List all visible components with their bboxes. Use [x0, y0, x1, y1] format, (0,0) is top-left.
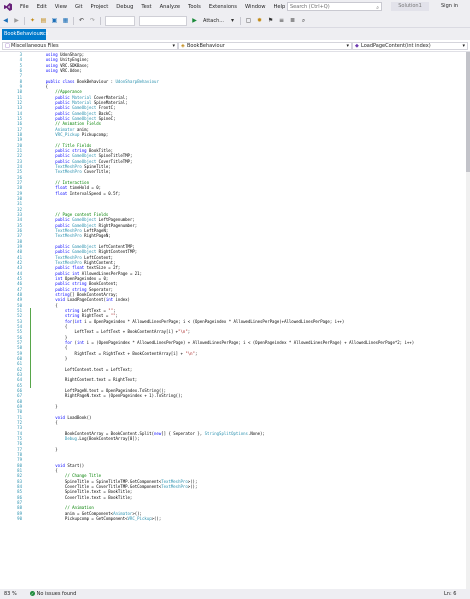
- method-icon: ◆: [355, 43, 359, 49]
- menu-extensions[interactable]: Extensions: [205, 4, 241, 10]
- toolbar-separator: [24, 16, 25, 25]
- issues-text: No issues found: [36, 591, 77, 597]
- menu-file[interactable]: File: [16, 4, 33, 10]
- bookmark-icon[interactable]: ⚑: [266, 16, 275, 25]
- search-icon: ⌕: [376, 5, 379, 11]
- forward-icon[interactable]: ▶: [12, 16, 21, 25]
- toolbar-separator: [240, 16, 242, 25]
- chevron-down-icon[interactable]: ▾: [228, 16, 237, 25]
- toolbar-separator: [73, 16, 74, 25]
- undo-icon[interactable]: ↶: [77, 16, 86, 25]
- sign-in-link[interactable]: Sign in: [441, 3, 458, 9]
- tab-bookbehaviour[interactable]: BookBehaviour.cs ×: [2, 29, 48, 40]
- uncomment-icon[interactable]: ≣: [288, 16, 297, 25]
- browser-link-icon[interactable]: ▢: [244, 16, 253, 25]
- menu-debug[interactable]: Debug: [112, 4, 137, 10]
- toolbar: ◀ ▶ ✦ ▤ ▣ ▦ ↶ ↷ ▶ Attach... ▾ ▢ ✹ ⚑ ≡ ≣ …: [0, 14, 470, 28]
- code-line[interactable]: 90 Pickupcomp = GetComponent<VRC_Pickup>…: [0, 516, 466, 521]
- menu-git[interactable]: Git: [71, 4, 87, 10]
- member-dropdown-label: LoadPageContent(int index): [361, 43, 431, 49]
- back-icon[interactable]: ◀: [1, 16, 10, 25]
- issues-indicator[interactable]: ✓ No issues found: [30, 589, 76, 599]
- cursor-position: Ln: 6: [444, 591, 457, 597]
- menu-tools[interactable]: Tools: [184, 4, 205, 10]
- menu-test[interactable]: Test: [137, 4, 155, 10]
- menu-window[interactable]: Window: [241, 4, 269, 10]
- menu-project[interactable]: Project: [87, 4, 113, 10]
- chevron-down-icon: ▾: [346, 43, 349, 49]
- new-project-icon[interactable]: ✦: [28, 16, 37, 25]
- solution-name-badge: Solution1: [391, 2, 429, 11]
- status-bar: 83 % ✓ No issues found Ln: 6: [0, 589, 470, 599]
- navigation-bar: □ Miscellaneous Files ▾ ◈ BookBehaviour …: [0, 41, 470, 52]
- close-icon[interactable]: ×: [40, 29, 44, 40]
- menu-edit[interactable]: Edit: [33, 4, 51, 10]
- configuration-dropdown[interactable]: [105, 15, 135, 26]
- attach-button[interactable]: Attach...: [203, 18, 224, 24]
- search-placeholder: Search (Ctrl+Q): [290, 4, 330, 10]
- platform-dropdown[interactable]: [139, 15, 187, 26]
- check-icon: ✓: [30, 591, 35, 596]
- visual-studio-logo-icon: [4, 3, 12, 11]
- member-dropdown[interactable]: ◆ LoadPageContent(int index) ▾: [352, 42, 468, 50]
- scrollbar-thumb[interactable]: [466, 52, 470, 172]
- line-number: 90: [17, 515, 22, 521]
- save-icon[interactable]: ▣: [50, 16, 59, 25]
- code-editor[interactable]: 3 using UdonSharp; 4 using UnityEngine; 5 …: [0, 52, 466, 589]
- class-dropdown[interactable]: ◈ BookBehaviour ▾: [178, 42, 352, 50]
- menu-view[interactable]: View: [51, 4, 71, 10]
- open-file-icon[interactable]: ▤: [39, 16, 48, 25]
- menu-analyze[interactable]: Analyze: [156, 4, 184, 10]
- code-text: Pickupcomp = GetComponent<VRC_Pickup>();: [36, 515, 162, 521]
- comment-icon[interactable]: ≡: [277, 16, 286, 25]
- find-icon[interactable]: ⌕: [299, 16, 308, 25]
- chevron-down-icon: ▾: [462, 43, 465, 49]
- class-dropdown-label: BookBehaviour: [187, 43, 225, 49]
- file-icon: □: [5, 43, 10, 49]
- zoom-level[interactable]: 83 %: [4, 589, 17, 599]
- redo-icon[interactable]: ↷: [88, 16, 97, 25]
- class-icon: ◈: [181, 43, 185, 49]
- hot-reload-icon[interactable]: ✹: [255, 16, 264, 25]
- start-debugging-icon[interactable]: ▶: [190, 16, 199, 25]
- search-input[interactable]: Search (Ctrl+Q) ⌕: [287, 2, 382, 11]
- save-all-icon[interactable]: ▦: [61, 16, 70, 25]
- chevron-down-icon: ▾: [172, 43, 175, 49]
- project-dropdown-label: Miscellaneous Files: [11, 43, 59, 49]
- toolbar-separator: [100, 16, 101, 25]
- document-tab-strip: BookBehaviour.cs ×: [0, 28, 470, 40]
- project-dropdown[interactable]: □ Miscellaneous Files ▾: [2, 42, 178, 50]
